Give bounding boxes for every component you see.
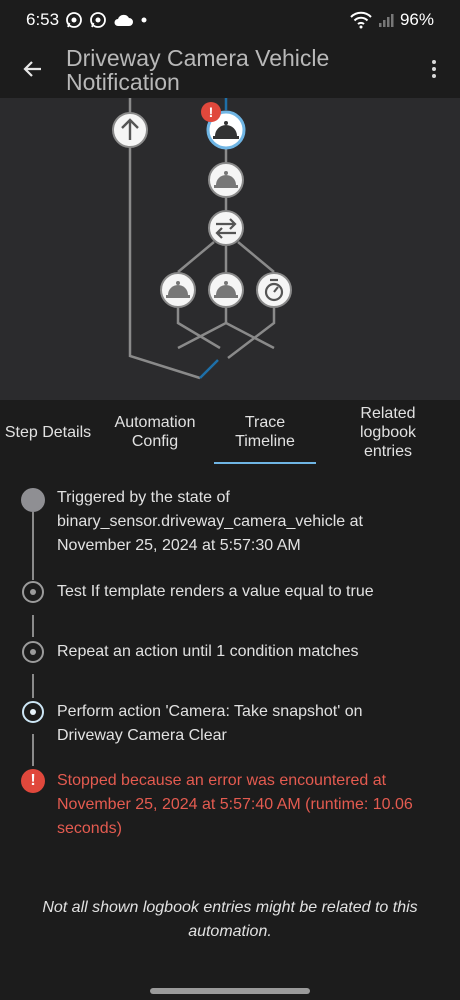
error-icon: ! (21, 769, 45, 793)
status-left: 6:53 (26, 10, 149, 30)
signal-icon (378, 12, 394, 28)
tab-trace-timeline[interactable]: Trace Timeline (214, 400, 316, 464)
tab-step-details[interactable]: Step Details (0, 400, 96, 464)
arrow-left-icon (23, 61, 41, 77)
step-dot-icon (22, 641, 44, 663)
error-badge-icon: ! (201, 102, 221, 122)
status-right: 96% (350, 10, 434, 30)
tab-bar: Step Details Automation Config Trace Tim… (0, 400, 460, 464)
timeline-connector (32, 512, 34, 580)
action-node[interactable] (208, 162, 244, 198)
battery-level: 96% (399, 10, 434, 29)
whatsapp-icon (65, 11, 83, 29)
logbook-footnote: Not all shown logbook entries might be r… (42, 899, 418, 940)
timeline-connector (32, 734, 34, 766)
timeline-error-text: Stopped because an error was encountered… (57, 772, 413, 837)
condition-node-error[interactable]: ! (201, 102, 246, 150)
trace-timeline: Triggered by the state of binary_sensor.… (0, 464, 460, 964)
trigger-dot-icon (21, 488, 45, 512)
active-connector-bottom (199, 359, 219, 379)
tab-label: Step Details (4, 423, 92, 441)
tab-label: Automation Config (114, 414, 196, 450)
branch-node-1[interactable] (160, 272, 196, 308)
active-step-dot-icon (22, 701, 44, 723)
dot-icon (139, 15, 149, 25)
error-icon-glyph: ! (30, 772, 36, 789)
trace-graph[interactable]: ! (0, 98, 460, 400)
timeline-connector (32, 615, 34, 637)
timeline-text: Repeat an action until 1 condition match… (57, 643, 359, 660)
branch-node-3[interactable] (256, 272, 292, 308)
tab-automation-config[interactable]: Automation Config (96, 400, 214, 464)
tab-related-logbook[interactable]: Related logbook entries (316, 400, 460, 464)
timeline-connector (32, 674, 34, 698)
trace-graph-svg: ! (112, 98, 292, 380)
timeline-text: Triggered by the state of binary_sensor.… (57, 489, 363, 554)
gesture-nav-handle[interactable] (150, 988, 310, 994)
error-badge-glyph: ! (209, 104, 214, 120)
trigger-node[interactable] (112, 112, 148, 148)
app-bar: Driveway Camera Vehicle Notification (0, 40, 460, 98)
repeat-node[interactable] (208, 210, 244, 246)
status-time: 6:53 (26, 10, 60, 29)
tab-label: Related logbook entries (359, 404, 417, 460)
connector-branch-left (177, 241, 215, 273)
branch-node-2[interactable] (208, 272, 244, 308)
more-options-button[interactable] (408, 40, 460, 98)
connector-merge-mid-b (225, 321, 275, 350)
timeline-text: Test If template renders a value equal t… (57, 583, 374, 600)
connector-merge-right (227, 308, 276, 359)
cloud-icon (113, 13, 134, 27)
page-title: Driveway Camera Vehicle Notification (66, 45, 330, 95)
more-vertical-icon (432, 60, 436, 78)
wifi-icon (350, 11, 372, 29)
connector-branch-right (237, 241, 275, 273)
back-button[interactable] (0, 40, 66, 98)
whatsapp-icon (89, 11, 107, 29)
tab-label: Trace Timeline (235, 414, 295, 450)
step-dot-icon (22, 581, 44, 603)
timeline-text: Perform action 'Camera: Take snapshot' o… (57, 703, 363, 744)
status-bar: 6:53 96% (0, 0, 460, 40)
